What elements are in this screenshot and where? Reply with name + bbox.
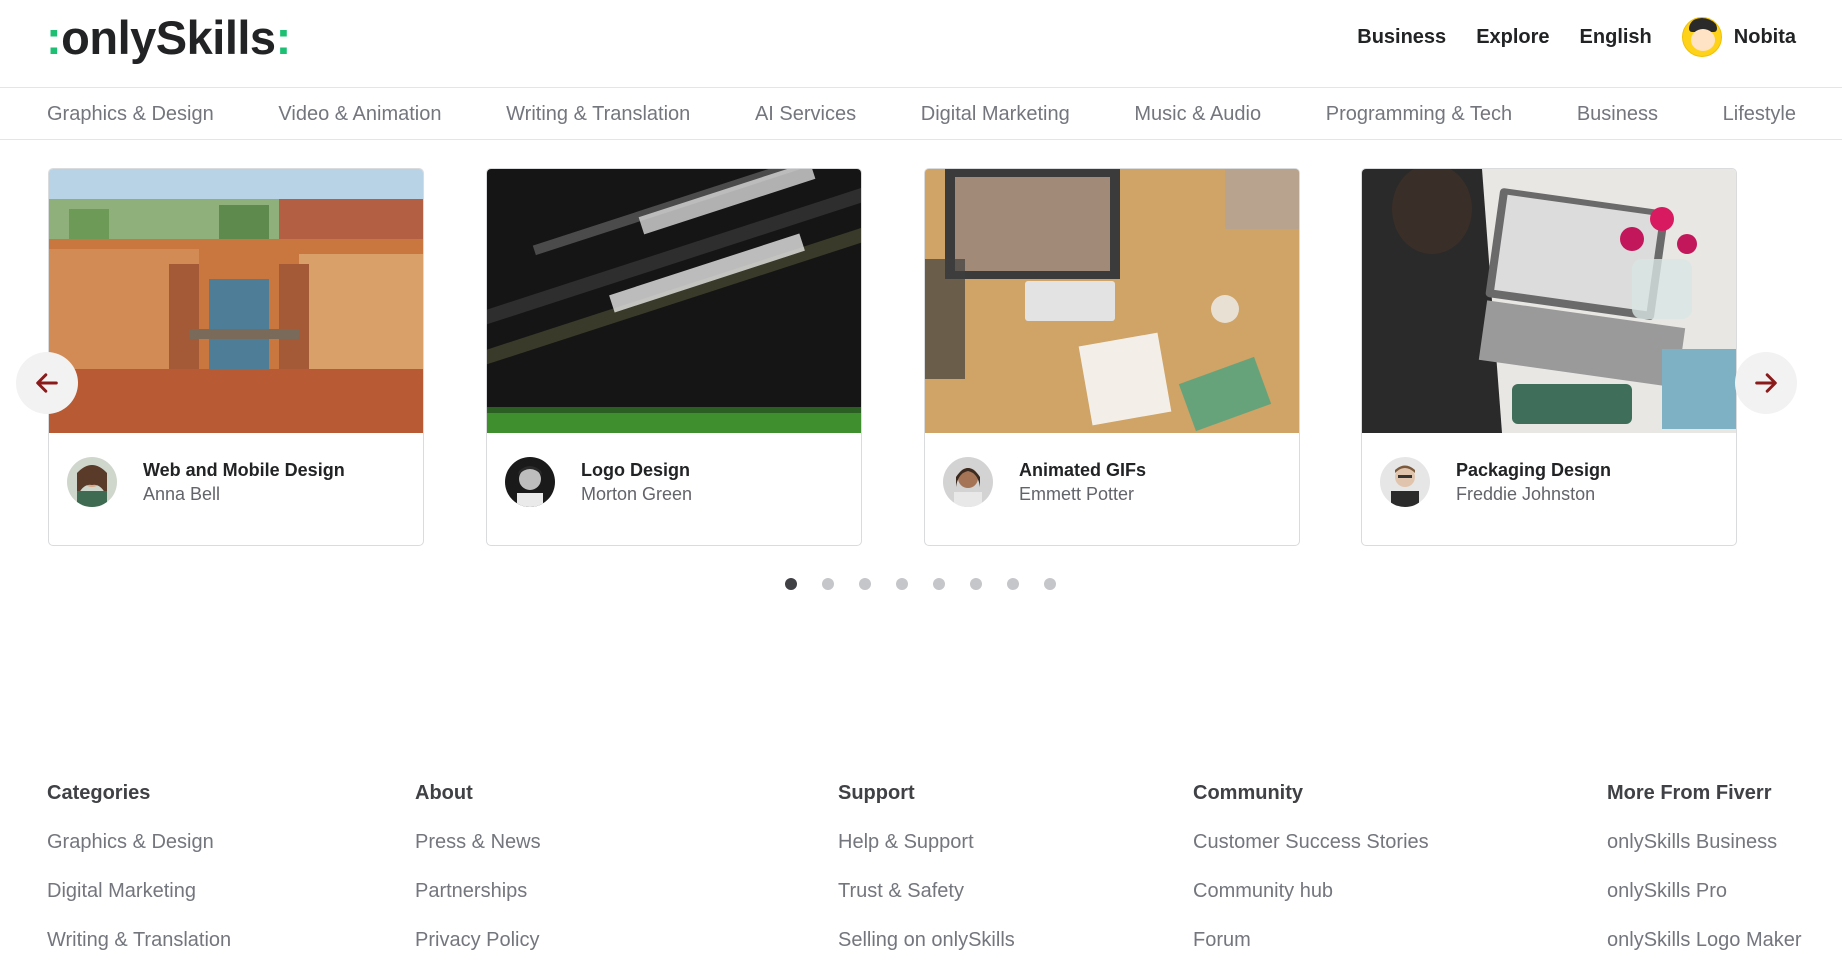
carousel-prev-button[interactable] (16, 352, 78, 414)
gig-title[interactable]: Animated GIFs (1019, 460, 1146, 481)
top-header: :onlySkills: Business Explore English No… (0, 0, 1842, 88)
seller-avatar[interactable] (943, 457, 993, 507)
carousel-dot[interactable] (933, 578, 945, 590)
category-business[interactable]: Business (1577, 103, 1658, 126)
carousel-dot[interactable] (785, 578, 797, 590)
seller-avatar[interactable] (1380, 457, 1430, 507)
gig-card-image[interactable] (487, 169, 861, 433)
gig-card[interactable]: Web and Mobile Design Anna Bell (48, 168, 424, 546)
seller-avatar[interactable] (67, 457, 117, 507)
carousel-dot[interactable] (1044, 578, 1056, 590)
gig-carousel: Web and Mobile Design Anna Bell Logo Des… (0, 168, 1842, 608)
arrow-left-icon (36, 373, 58, 393)
category-bar: Graphics & Design Video & Animation Writ… (0, 88, 1842, 140)
gig-title[interactable]: Logo Design (581, 460, 690, 481)
category-lifestyle[interactable]: Lifestyle (1723, 103, 1796, 126)
footer-link[interactable]: onlySkills Logo Maker (1607, 927, 1802, 953)
carousel-next-button[interactable] (1735, 352, 1797, 414)
seller-name[interactable]: Emmett Potter (1019, 484, 1134, 505)
footer-link[interactable]: Partnerships (415, 878, 541, 904)
carousel-pagination (785, 578, 1056, 590)
category-digital-marketing[interactable]: Digital Marketing (921, 103, 1070, 126)
footer-link[interactable]: Customer Success Stories (1193, 829, 1429, 855)
footer-link[interactable]: Selling on onlySkills (838, 927, 1015, 953)
category-video-animation[interactable]: Video & Animation (278, 103, 441, 126)
gig-card[interactable]: Logo Design Morton Green (486, 168, 862, 546)
footer-column-community: Community Customer Success Stories Commu… (1193, 780, 1429, 953)
seller-name[interactable]: Morton Green (581, 484, 692, 505)
footer-heading: Categories (47, 782, 151, 804)
gig-card-image[interactable] (925, 169, 1299, 433)
gig-title[interactable]: Web and Mobile Design (143, 460, 345, 481)
footer-link[interactable]: Community hub (1193, 878, 1429, 904)
footer-link[interactable]: Graphics & Design (47, 829, 231, 855)
user-menu[interactable]: Nobita (1681, 17, 1796, 57)
nav-explore-link[interactable]: Explore (1476, 26, 1549, 49)
top-nav: Business Explore English Nobita (1357, 16, 1796, 58)
footer-column-support: Support Help & Support Trust & Safety Se… (838, 780, 1015, 953)
footer-heading: About (415, 782, 473, 804)
arrow-right-icon (1755, 373, 1777, 393)
gig-card-image[interactable] (49, 169, 423, 433)
seller-name[interactable]: Freddie Johnston (1456, 484, 1595, 505)
user-avatar[interactable] (1681, 17, 1722, 57)
footer-link[interactable]: Help & Support (838, 829, 1015, 855)
category-ai-services[interactable]: AI Services (755, 103, 856, 126)
category-graphics-design[interactable]: Graphics & Design (47, 103, 214, 126)
nav-language-link[interactable]: English (1580, 26, 1652, 49)
footer: Categories Graphics & Design Digital Mar… (0, 780, 1842, 970)
footer-link[interactable]: onlySkills Pro (1607, 878, 1802, 904)
gig-card-meta: Web and Mobile Design Anna Bell (49, 433, 423, 545)
gig-title[interactable]: Packaging Design (1456, 460, 1611, 481)
footer-link[interactable]: Press & News (415, 829, 541, 855)
footer-link[interactable]: onlySkills Business (1607, 829, 1802, 855)
carousel-dot[interactable] (970, 578, 982, 590)
carousel-dot[interactable] (1007, 578, 1019, 590)
nav-business-link[interactable]: Business (1357, 26, 1446, 49)
footer-link[interactable]: Writing & Translation (47, 927, 231, 953)
footer-column-more: More From Fiverr onlySkills Business onl… (1607, 780, 1802, 953)
gig-card[interactable]: Packaging Design Freddie Johnston (1361, 168, 1737, 546)
footer-column-categories: Categories Graphics & Design Digital Mar… (47, 780, 231, 953)
footer-link[interactable]: Trust & Safety (838, 878, 1015, 904)
footer-link[interactable]: Digital Marketing (47, 878, 231, 904)
gig-card-image[interactable] (1362, 169, 1736, 433)
gig-card-meta: Animated GIFs Emmett Potter (925, 433, 1299, 545)
category-music-audio[interactable]: Music & Audio (1134, 103, 1261, 126)
carousel-dot[interactable] (822, 578, 834, 590)
carousel-dot[interactable] (896, 578, 908, 590)
gig-card[interactable]: Animated GIFs Emmett Potter (924, 168, 1300, 546)
footer-heading: Community (1193, 782, 1303, 804)
gig-card-meta: Logo Design Morton Green (487, 433, 861, 545)
seller-avatar[interactable] (505, 457, 555, 507)
footer-heading: More From Fiverr (1607, 782, 1772, 804)
user-name[interactable]: Nobita (1734, 26, 1796, 49)
footer-heading: Support (838, 782, 915, 804)
site-logo[interactable]: :onlySkills: (46, 10, 291, 65)
footer-link[interactable]: Privacy Policy (415, 927, 541, 953)
gig-card-meta: Packaging Design Freddie Johnston (1362, 433, 1736, 545)
footer-column-about: About Press & News Partnerships Privacy … (415, 780, 541, 953)
category-writing-translation[interactable]: Writing & Translation (506, 103, 690, 126)
carousel-dot[interactable] (859, 578, 871, 590)
footer-link[interactable]: Forum (1193, 927, 1429, 953)
category-programming-tech[interactable]: Programming & Tech (1326, 103, 1512, 126)
seller-name[interactable]: Anna Bell (143, 484, 220, 505)
